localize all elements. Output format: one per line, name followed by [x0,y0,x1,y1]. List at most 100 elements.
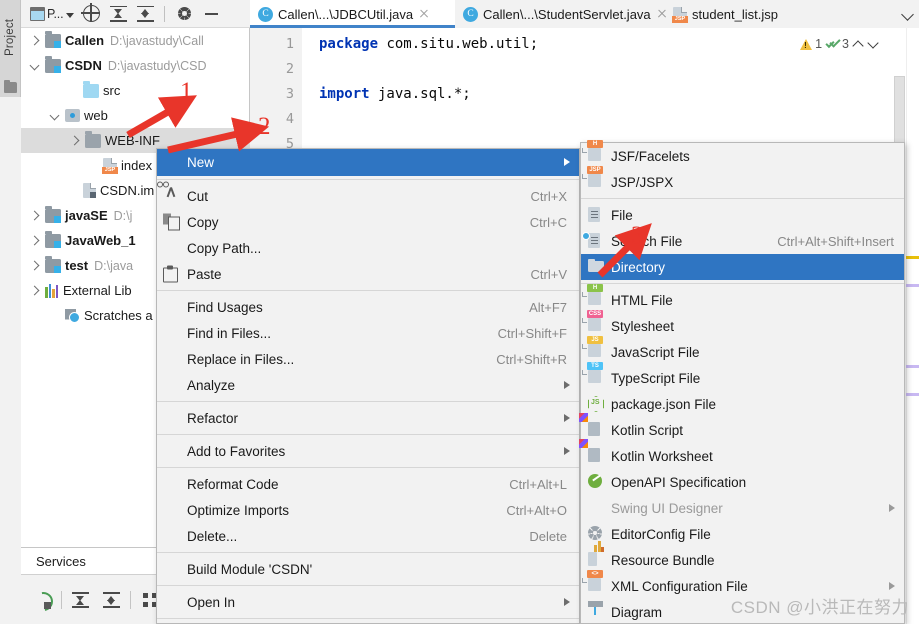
submenu-item-javascript-file[interactable]: JS JavaScript File [581,336,904,365]
tree-item-csdn[interactable]: CSDN D:\javastudy\CSD [21,53,250,78]
expand-all-icon[interactable] [106,3,130,25]
chevron-right-icon[interactable] [29,235,40,246]
kotlin-icon [588,448,604,464]
context-menu[interactable]: New Cut Ctrl+X Copy Ctrl+C Copy Path... Paste C… [156,148,580,624]
menu-item-copy-path[interactable]: Copy Path... [157,235,579,261]
submenu-item-label: File [611,207,633,223]
submenu-item-openapi-specification[interactable]: OpenAPI Specification [581,469,904,495]
code-token: package [319,36,379,52]
next-problem-icon[interactable] [867,38,879,50]
tree-item-web[interactable]: web [21,103,250,128]
menu-item-optimize-imports[interactable]: Optimize Imports Ctrl+Alt+O [157,497,579,523]
structure-icon[interactable] [4,80,17,93]
chevron-down-icon [66,13,75,18]
jsp-file-icon: JSP [582,166,604,190]
submenu-arrow-icon [564,158,570,166]
chevron-right-icon[interactable] [29,35,40,46]
marker-change-2[interactable] [906,365,919,368]
previous-problem-icon[interactable] [852,38,864,50]
submenu-item-directory[interactable]: Directory [581,254,904,280]
inspection-widget[interactable]: 1 3 [800,37,879,51]
project-view-selector[interactable]: P... [28,3,76,25]
code-line-1: package com.situ.web.util; [319,36,538,52]
module-folder-icon [45,206,61,223]
rerun-icon[interactable] [27,585,58,615]
locate-icon[interactable] [79,3,103,25]
line-number: 4 [285,111,294,127]
jsp-file-icon [102,158,118,174]
tree-item-src[interactable]: src [21,78,250,103]
chevron-right-icon[interactable] [29,210,40,221]
tree-item-callen[interactable]: Callen D:\javastudy\Call [21,28,250,53]
marker-change-1[interactable] [906,284,919,287]
editor-tab-0[interactable]: C Callen\...\JDBCUtil.java [250,0,455,28]
xml-file-icon: <> [582,570,604,594]
idea-window: Project P... Callen D:\javastudy\Call CSDN… [0,0,919,624]
menu-item-delete[interactable]: Delete... Delete [157,523,579,549]
submenu-item-package-json-file[interactable]: package.json File [581,391,904,417]
marker-warning[interactable] [906,256,919,259]
chevron-down-icon[interactable] [901,7,915,21]
new-submenu[interactable]: H JSF/Facelets JSP JSP/JSPX File Scratch File… [580,140,905,624]
submenu-item-editorconfig-file[interactable]: EditorConfig File [581,521,904,547]
submenu-item-kotlin-worksheet[interactable]: Kotlin Worksheet [581,443,904,469]
menu-item-cut[interactable]: Cut Ctrl+X [157,181,579,209]
menu-separator [581,283,904,284]
menu-item-find-in-files[interactable]: Find in Files... Ctrl+Shift+F [157,320,579,346]
annotation-label-1: 1 [180,78,193,105]
tree-item-label: WEB-INF [105,133,160,148]
submenu-item-swing-ui-designer: Swing UI Designer [581,495,904,521]
menu-item-label: Replace in Files... [187,351,295,367]
tree-item-label: index [121,158,153,173]
collapse-all-icon[interactable] [133,3,157,25]
submenu-item-typescript-file[interactable]: TS TypeScript File [581,362,904,391]
submenu-item-jsp-jspx[interactable]: JSP JSP/JSPX [581,166,904,195]
expand-all-icon[interactable] [65,585,96,615]
tree-item-path: D:\javastudy\CSD [107,58,207,73]
collapse-all-icon[interactable] [96,585,127,615]
ts-file-icon: TS [582,362,604,386]
hide-icon[interactable] [199,3,223,25]
menu-item-new[interactable]: New [157,149,579,176]
menu-item-paste[interactable]: Paste Ctrl+V [157,261,579,287]
submenu-item-kotlin-script[interactable]: Kotlin Script [581,417,904,443]
submenu-item-label: Kotlin Script [611,422,684,438]
close-icon[interactable] [418,8,430,20]
menu-item-refactor[interactable]: Refactor [157,405,579,431]
tree-item-label: test [65,258,89,273]
menu-item-add-to-favorites[interactable]: Add to Favorites [157,438,579,464]
submenu-item-label: TypeScript File [611,370,701,386]
chevron-right-icon[interactable] [29,285,40,296]
chevron-down-icon[interactable] [29,60,40,71]
submenu-item-label: Stylesheet [611,318,675,334]
editor-tab-1[interactable]: C Callen\...\StudentServlet.java [455,0,665,28]
marker-change-3[interactable] [906,393,919,396]
paste-icon [163,266,180,283]
warning-count: 1 [815,37,823,51]
submenu-item-stylesheet[interactable]: CSS Stylesheet [581,310,904,339]
submenu-item-file[interactable]: File [581,202,904,228]
editor-tab-2[interactable]: student_list.jsp [665,0,805,28]
chevron-right-icon[interactable] [29,260,40,271]
chevron-down-icon[interactable] [49,110,60,121]
tree-item-path: D:\javastudy\Call [110,33,204,48]
editor-marker-bar[interactable] [894,28,919,624]
menu-item-open-in[interactable]: Open In [157,589,579,615]
settings-gear-icon[interactable] [172,3,196,25]
menu-item-reformat-code[interactable]: Reformat Code Ctrl+Alt+L [157,471,579,497]
project-tool-window-label[interactable]: Project [0,2,21,72]
ok-count: 3 [842,37,849,51]
menu-item-copy[interactable]: Copy Ctrl+C [157,209,579,235]
submenu-item-scratch-file[interactable]: Scratch File Ctrl+Alt+Shift+Insert [581,228,904,254]
menu-item-find-usages[interactable]: Find Usages Alt+F7 [157,294,579,320]
chevron-right-icon[interactable] [69,135,80,146]
menu-item-build-module-csdn[interactable]: Build Module 'CSDN' [157,556,579,582]
submenu-item-resource-bundle[interactable]: Resource Bundle [581,541,904,573]
menu-item-analyze[interactable]: Analyze [157,372,579,398]
menu-item-replace-in-files[interactable]: Replace in Files... Ctrl+Shift+R [157,346,579,372]
menu-separator [157,179,579,180]
menu-separator [581,198,904,199]
submenu-item-jsf-facelets[interactable]: H JSF/Facelets [581,140,904,169]
submenu-item-html-file[interactable]: H HTML File [581,284,904,313]
